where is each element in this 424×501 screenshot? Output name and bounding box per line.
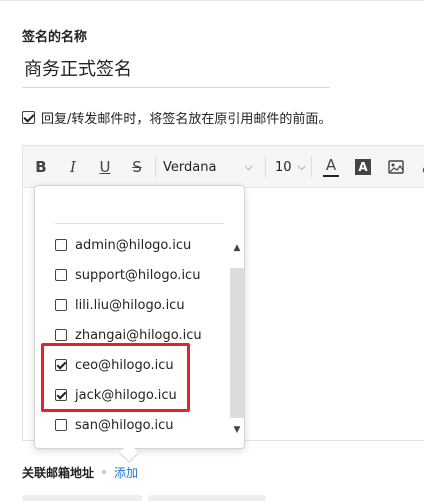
font-family-value: Verdana: [163, 159, 217, 175]
signature-name-input[interactable]: 商务正式签名: [22, 56, 330, 88]
scroll-down-arrow-icon[interactable]: ▼: [230, 422, 244, 438]
chevron-down-icon: ⌵: [244, 160, 253, 173]
address-label: zhangai@hilogo.icu: [75, 327, 202, 343]
editor-toolbar: B I U S Verdana ⌵ 10 ⌵ A A: [23, 146, 424, 188]
scrollbar-thumb[interactable]: [230, 268, 244, 418]
separator-dot: [102, 470, 107, 474]
italic-icon[interactable]: I: [59, 146, 87, 188]
address-label: lili.liu@hilogo.icu: [75, 297, 185, 313]
associated-addresses-row: 关联邮箱地址 添加: [22, 463, 138, 481]
scroll-up-arrow-icon[interactable]: ▲: [230, 240, 244, 256]
add-address-link[interactable]: 添加: [114, 464, 138, 481]
bold-icon[interactable]: B: [27, 146, 55, 188]
toolbar-separator: [265, 157, 266, 177]
image-icon[interactable]: [383, 146, 409, 188]
font-size-select[interactable]: 10 ⌵: [275, 146, 306, 188]
font-color-glyph: A: [325, 155, 337, 174]
address-checkbox[interactable]: [55, 329, 67, 341]
address-label: admin@hilogo.icu: [75, 237, 192, 253]
address-chip: [22, 495, 142, 501]
address-list-scrollbar[interactable]: ▲ ▼: [230, 238, 244, 440]
address-chip: [148, 495, 266, 501]
address-item-san[interactable]: san@hilogo.icu: [55, 415, 174, 435]
toolbar-separator: [311, 157, 312, 177]
font-size-value: 10: [275, 159, 292, 175]
link-icon[interactable]: [417, 146, 424, 188]
address-checkbox[interactable]: [55, 299, 67, 311]
reply-placement-label: 回复/转发邮件时，将签名放在原引用邮件的前面。: [41, 111, 332, 127]
font-family-select[interactable]: Verdana ⌵: [163, 146, 253, 188]
address-label: support@hilogo.icu: [75, 267, 201, 283]
signature-name-label: 签名的名称: [22, 30, 88, 45]
highlight-glyph: A: [355, 159, 371, 175]
toolbar-separator: [155, 157, 156, 177]
address-item-support[interactable]: support@hilogo.icu: [55, 265, 200, 285]
underline-icon[interactable]: U: [91, 146, 119, 188]
address-item-zhangai[interactable]: zhangai@hilogo.icu: [55, 325, 202, 345]
reply-placement-option[interactable]: 回复/转发邮件时，将签名放在原引用邮件的前面。: [22, 108, 332, 127]
address-checkbox[interactable]: [55, 419, 67, 431]
selected-addresses-highlight: [41, 343, 190, 412]
address-item-admin[interactable]: admin@hilogo.icu: [55, 235, 191, 255]
strikethrough-icon[interactable]: S: [123, 146, 151, 188]
address-label: san@hilogo.icu: [75, 417, 174, 433]
highlight-color-icon[interactable]: A: [351, 146, 375, 188]
chevron-down-icon: ⌵: [297, 160, 306, 173]
top-divider: [0, 0, 424, 1]
associated-addresses-label: 关联邮箱地址: [22, 465, 95, 480]
address-checkbox[interactable]: [55, 239, 67, 251]
reply-placement-checkbox[interactable]: [22, 110, 35, 124]
font-color-bar: [323, 174, 339, 177]
popup-search-field[interactable]: [55, 223, 224, 224]
address-item-lili[interactable]: lili.liu@hilogo.icu: [55, 295, 185, 315]
font-color-icon[interactable]: A: [319, 146, 343, 188]
address-checkbox[interactable]: [55, 269, 67, 281]
